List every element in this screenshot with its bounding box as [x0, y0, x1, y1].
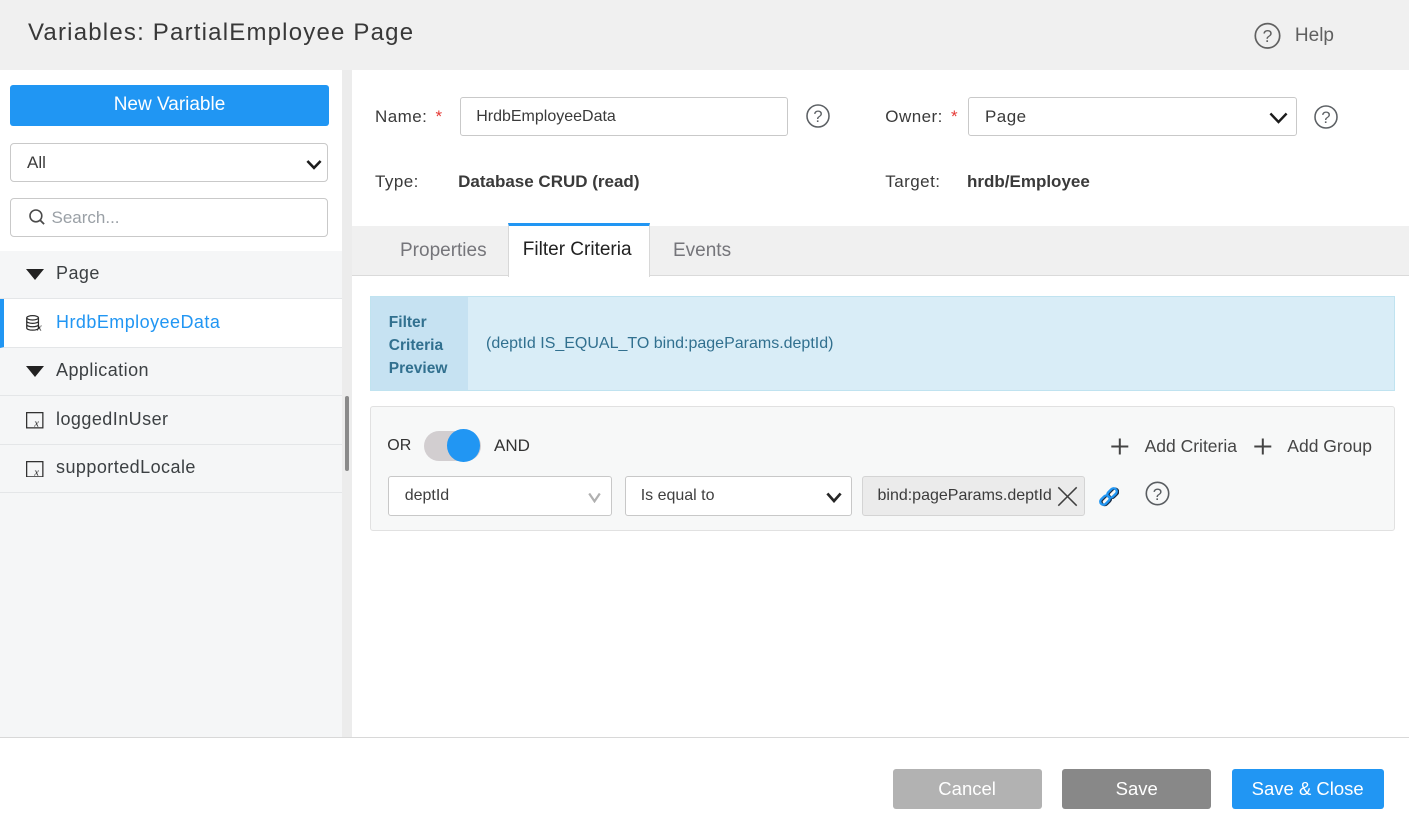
svg-text:?: ?: [1262, 26, 1272, 46]
svg-text:?: ?: [813, 108, 822, 126]
svg-text:x: x: [36, 322, 42, 331]
svg-text:x: x: [33, 467, 39, 477]
svg-text:?: ?: [1321, 109, 1330, 127]
svg-text:?: ?: [1153, 485, 1162, 504]
svg-text:x: x: [33, 419, 39, 429]
